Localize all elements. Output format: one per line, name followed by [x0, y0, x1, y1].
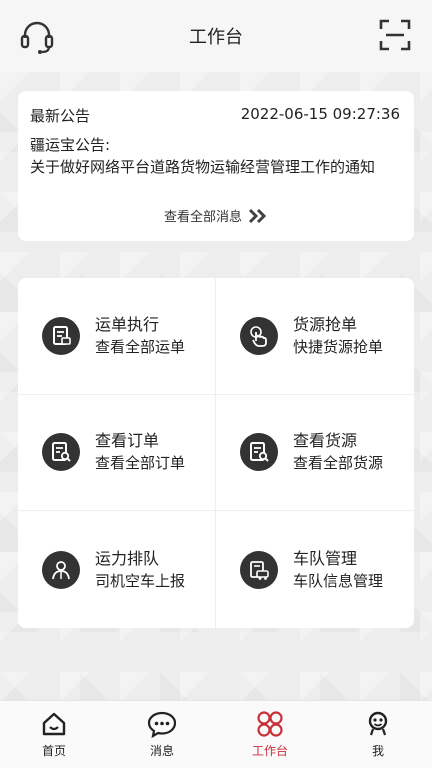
menu-title: 运力排队: [95, 548, 160, 568]
menu-view-cargo[interactable]: 查看货源 查看全部货源: [216, 395, 414, 512]
order-search-icon: [42, 433, 80, 472]
tab-label: 我: [371, 744, 384, 758]
menu-title: 查看货源: [293, 431, 358, 451]
bottom-tab-bar: 首页 消息 工作台 我: [0, 700, 432, 768]
tab-workbench[interactable]: 工作台: [216, 701, 324, 768]
chat-icon: [147, 711, 177, 738]
headset-icon[interactable]: [18, 18, 56, 56]
announcement-label: 最新公告: [30, 107, 91, 125]
menu-cargo-grab[interactable]: 货源抢单 快捷货源抢单: [216, 278, 414, 395]
menu-title: 车队管理: [293, 548, 358, 568]
announcement-card[interactable]: 最新公告 2022-06-15 09:27:36 疆运宝公告: 关于做好网络平台…: [18, 91, 414, 241]
driver-queue-icon: [42, 550, 80, 589]
tab-label: 消息: [149, 744, 174, 758]
menu-subtitle: 车队信息管理: [293, 571, 384, 590]
menu-waybill-execution[interactable]: 运单执行 查看全部运单: [18, 278, 216, 395]
top-bar: 工作台: [0, 0, 432, 72]
menu-title: 查看订单: [95, 431, 160, 451]
menu-title: 货源抢单: [293, 314, 358, 334]
view-all-messages-label: 查看全部消息: [163, 210, 242, 225]
tab-profile[interactable]: 我: [324, 701, 432, 768]
tab-home[interactable]: 首页: [0, 701, 108, 768]
profile-icon: [368, 711, 388, 736]
page-title: 工作台: [189, 27, 243, 48]
workbench-icon: [257, 711, 283, 737]
tab-label: 首页: [41, 744, 66, 758]
tab-label: 工作台: [251, 744, 288, 758]
menu-capacity-queue[interactable]: 运力排队 司机空车上报: [18, 511, 216, 628]
view-all-messages-link[interactable]: 查看全部消息: [18, 206, 414, 225]
menu-view-orders[interactable]: 查看订单 查看全部订单: [18, 394, 216, 512]
announcement-time: 2022-06-15 09:27:36: [240, 105, 400, 123]
cargo-search-icon: [240, 433, 278, 472]
menu-title: 运单执行: [95, 314, 160, 334]
announcement-content[interactable]: 关于做好网络平台道路货物运输经营管理工作的通知: [30, 156, 400, 178]
double-chevron-right-icon: [248, 208, 267, 223]
menu-subtitle: 查看全部订单: [95, 454, 186, 473]
tab-messages[interactable]: 消息: [108, 701, 216, 768]
announcement-source: 疆运宝公告:: [30, 136, 111, 154]
waybill-icon: [42, 316, 80, 355]
function-grid: 运单执行 查看全部运单 货源抢单 快捷货源抢单 查看订单 查看全部订单 查看货源…: [18, 278, 414, 628]
scan-icon[interactable]: [378, 18, 412, 52]
tap-hand-icon: [240, 316, 278, 355]
home-icon: [42, 712, 66, 736]
menu-subtitle: 查看全部运单: [95, 337, 186, 356]
menu-fleet-management[interactable]: 车队管理 车队信息管理: [216, 511, 414, 628]
fleet-icon: [240, 550, 278, 589]
menu-subtitle: 快捷货源抢单: [293, 337, 384, 356]
menu-subtitle: 司机空车上报: [95, 571, 186, 590]
menu-subtitle: 查看全部货源: [293, 454, 384, 473]
